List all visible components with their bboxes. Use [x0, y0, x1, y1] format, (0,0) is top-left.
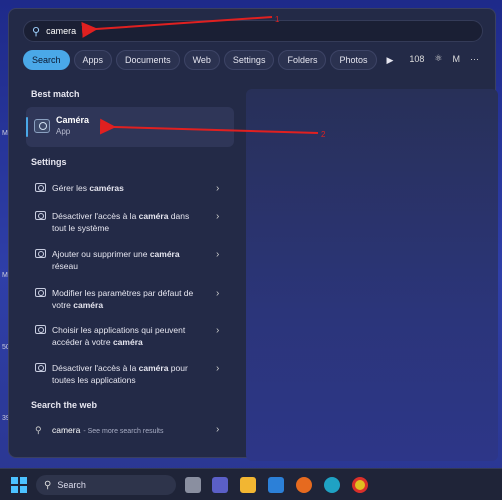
taskbar-search[interactable]: ⚲ Search [36, 475, 176, 495]
chrome-icon[interactable] [352, 477, 368, 493]
task-view-icon[interactable] [185, 477, 201, 493]
taskbar-search-label: Search [57, 480, 86, 490]
teams-icon[interactable] [212, 477, 228, 493]
windows-start-icon[interactable] [11, 477, 27, 493]
annotation-number: 2 [321, 130, 326, 139]
search-icon: ⚲ [44, 479, 52, 491]
annotation-arrow [81, 16, 273, 38]
annotation-arrow [99, 118, 319, 135]
store-icon[interactable] [268, 477, 284, 493]
edge-icon[interactable] [324, 477, 340, 493]
file-explorer-icon[interactable] [240, 477, 256, 493]
annotation-overlay: 1 2 [81, 15, 326, 139]
taskbar: ⚲ Search [0, 468, 502, 500]
annotation-number: 1 [275, 15, 280, 24]
firefox-icon[interactable] [296, 477, 312, 493]
